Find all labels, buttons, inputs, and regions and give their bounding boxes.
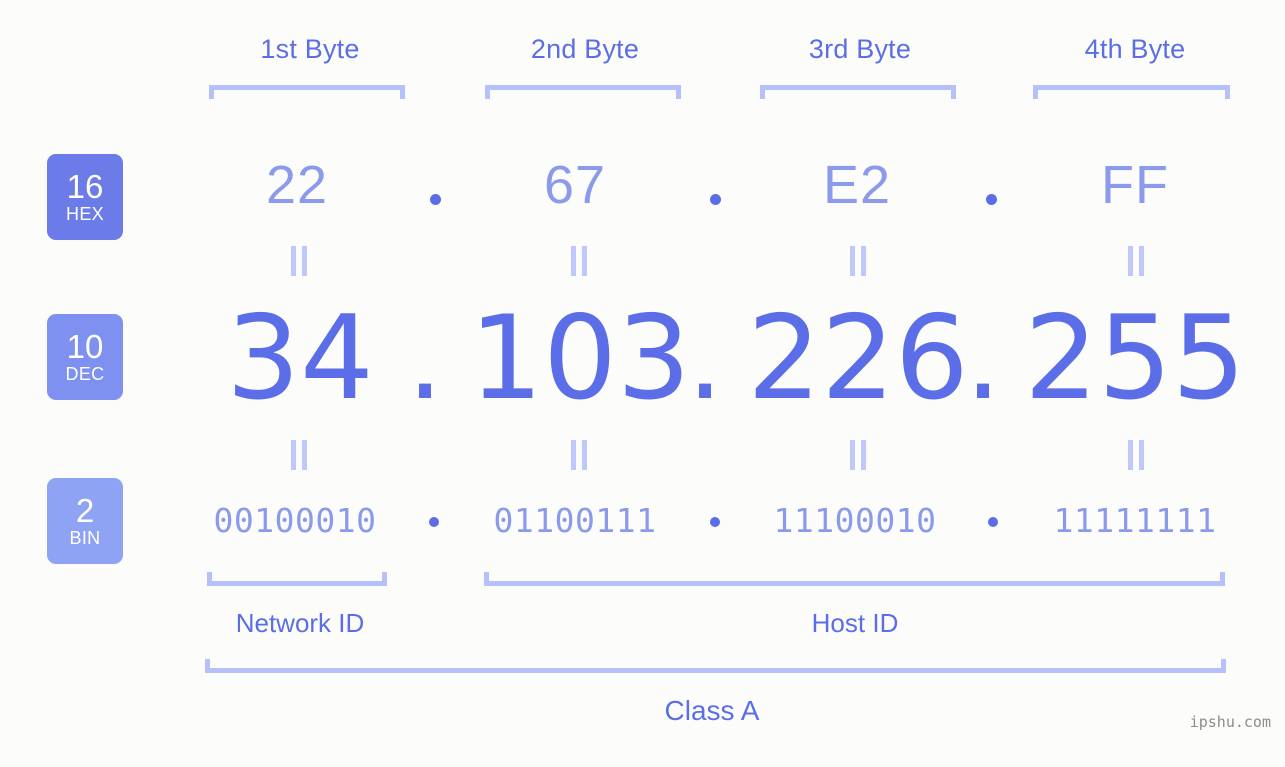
bin-separator-dot-2 <box>710 517 720 527</box>
host-id-label: Host ID <box>811 608 899 638</box>
hex-octet-3: E2 <box>822 155 892 215</box>
dec-octet-4: 255 <box>1024 291 1246 426</box>
decimal-row: 34 . 103 . 226 . 255 <box>0 294 1285 424</box>
bin-octet-4: 11111111 <box>1053 501 1217 540</box>
equals-sign-hex-dec-1 <box>288 246 310 276</box>
bin-octet-2: 01100111 <box>493 501 657 540</box>
bin-separator-dot-3 <box>988 517 998 527</box>
network-id-label: Network ID <box>235 608 365 638</box>
equals-sign-hex-dec-4 <box>1125 246 1147 276</box>
hex-octet-2: 67 <box>543 155 607 215</box>
hex-separator-dot-3 <box>986 194 997 205</box>
site-watermark: ipshu.com <box>1189 713 1271 731</box>
hex-octet-1: 22 <box>265 155 329 215</box>
base-badge-hex-name: HEX <box>66 203 104 224</box>
equals-sign-dec-bin-3 <box>847 440 869 470</box>
byte-bracket-top-1 <box>209 85 405 99</box>
dec-octet-1: 34 <box>226 291 374 426</box>
equals-sign-dec-bin-2 <box>568 440 590 470</box>
bin-separator-dot-1 <box>429 517 439 527</box>
hex-separator-dot-1 <box>430 194 441 205</box>
base-badge-hex: 16 HEX <box>47 154 123 240</box>
byte-header-label-1: 1st Byte <box>260 34 360 64</box>
equals-sign-dec-bin-1 <box>288 440 310 470</box>
byte-bracket-top-4 <box>1033 85 1230 99</box>
dec-octet-2: 103 <box>469 291 691 426</box>
hex-octet-4: FF <box>1101 155 1169 215</box>
base-badge-bin-number: 2 <box>75 491 95 529</box>
class-label: Class A <box>664 695 760 726</box>
base-badge-hex-number: 16 <box>66 167 104 205</box>
bin-octet-3: 11100010 <box>773 501 937 540</box>
dec-separator-dot-3: . <box>964 291 1002 426</box>
ip-address-breakdown-diagram: 1st Byte 2nd Byte 3rd Byte 4th Byte 16 H… <box>0 0 1285 767</box>
network-id-bracket <box>207 572 387 586</box>
byte-bracket-top-2 <box>485 85 681 99</box>
dec-separator-dot-2: . <box>686 291 724 426</box>
dec-separator-dot-1: . <box>406 291 444 426</box>
equals-sign-hex-dec-2 <box>568 246 590 276</box>
byte-bracket-top-3 <box>760 85 956 99</box>
equals-sign-hex-dec-3 <box>847 246 869 276</box>
hex-separator-dot-2 <box>710 194 721 205</box>
dec-octet-3: 226 <box>747 291 969 426</box>
byte-header-label-4: 4th Byte <box>1084 34 1186 64</box>
byte-header-label-2: 2nd Byte <box>530 34 640 64</box>
equals-sign-dec-bin-4 <box>1125 440 1147 470</box>
host-id-bracket <box>484 572 1225 586</box>
byte-header-label-3: 3rd Byte <box>808 34 912 64</box>
base-badge-bin: 2 BIN <box>47 478 123 564</box>
base-badge-bin-name: BIN <box>69 527 101 548</box>
class-bracket <box>205 659 1226 673</box>
bin-octet-1: 00100010 <box>213 501 377 540</box>
